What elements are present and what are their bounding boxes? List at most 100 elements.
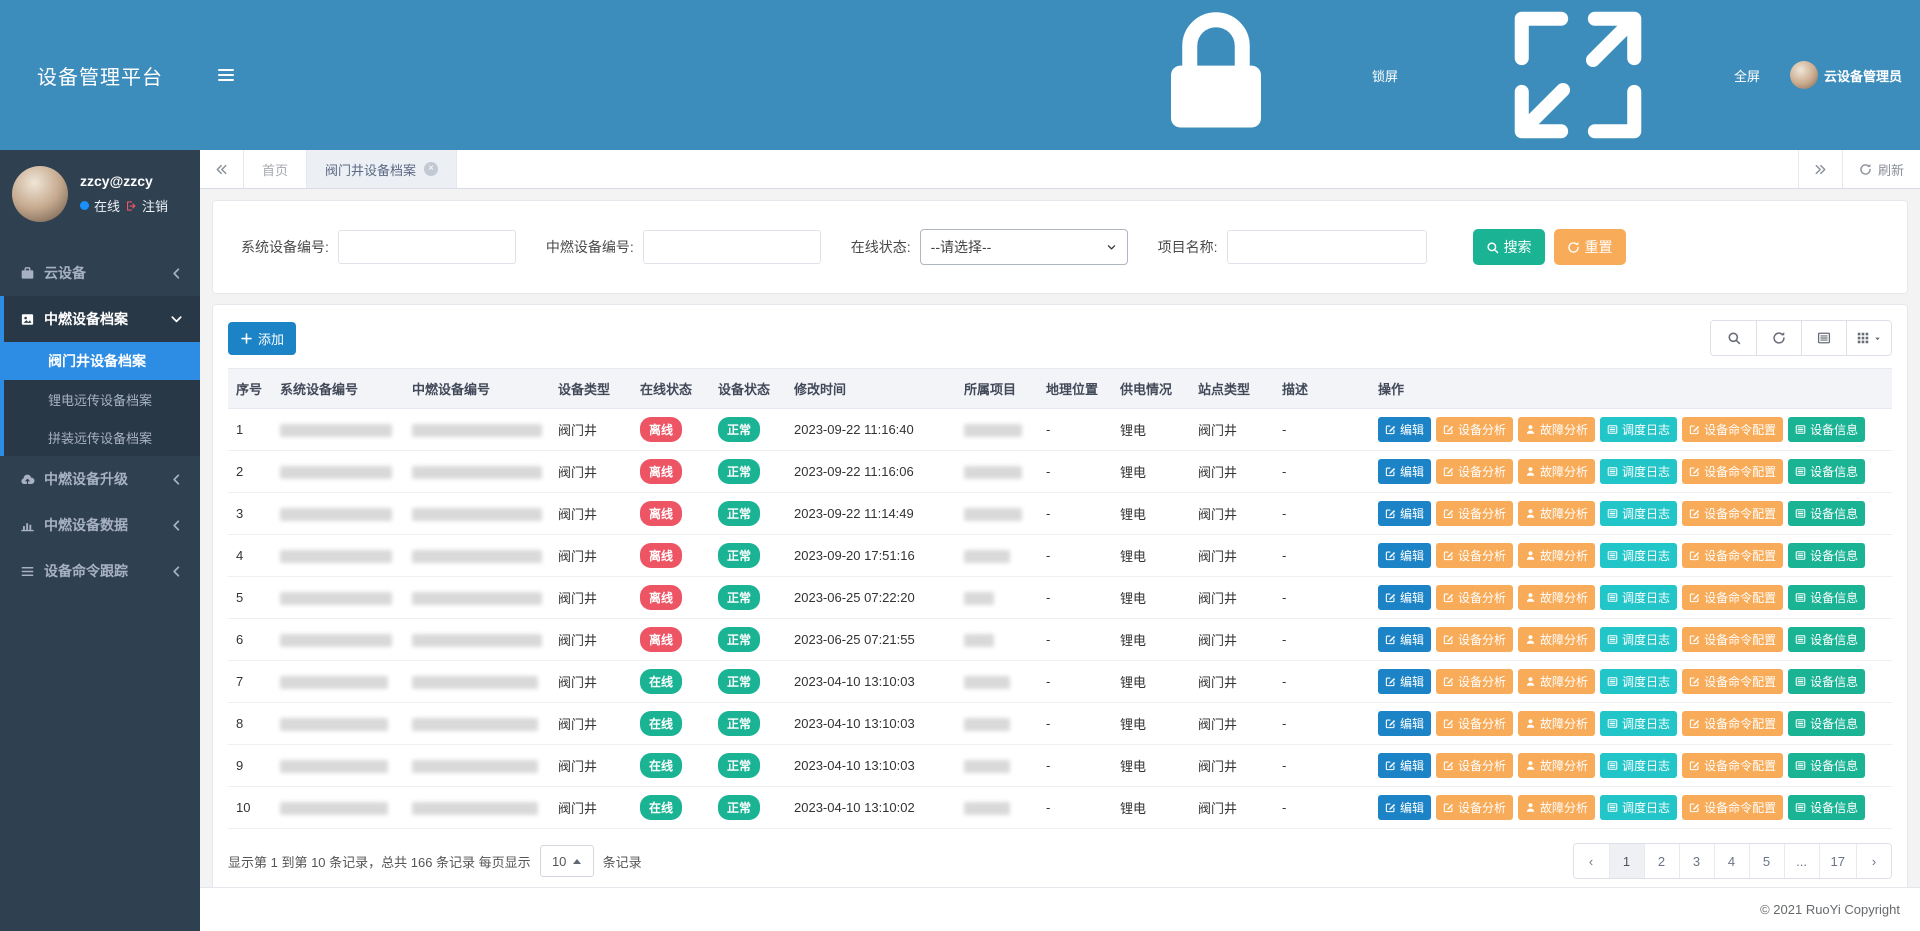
device-command-config-button[interactable]: 设备命令配置 <box>1682 501 1783 526</box>
logout-link[interactable]: 注销 <box>142 196 168 215</box>
tab-home[interactable]: 首页 <box>244 150 307 188</box>
device-analysis-button[interactable]: 设备分析 <box>1436 543 1513 568</box>
device-command-config-button[interactable]: 设备命令配置 <box>1682 627 1783 652</box>
show-search-button[interactable] <box>1711 321 1756 355</box>
add-button[interactable]: 添加 <box>228 322 296 355</box>
page-ellipsis[interactable]: ... <box>1784 844 1819 878</box>
edit-button[interactable]: 编辑 <box>1378 627 1431 652</box>
fault-analysis-button[interactable]: 故障分析 <box>1518 459 1595 484</box>
zhongran-device-no-input[interactable] <box>643 230 821 264</box>
lock-screen-button[interactable]: 锁屏 <box>1066 0 1398 150</box>
dispatch-log-button[interactable]: 调度日志 <box>1600 753 1677 778</box>
device-command-config-button[interactable]: 设备命令配置 <box>1682 417 1783 442</box>
page-1[interactable]: 1 <box>1609 844 1644 878</box>
toggle-detail-view-button[interactable] <box>1801 321 1846 355</box>
tab-valve-well-archive[interactable]: 阀门井设备档案 × <box>307 150 457 188</box>
project-name-input[interactable] <box>1227 230 1427 264</box>
fullscreen-button[interactable]: 全屏 <box>1428 0 1760 150</box>
device-analysis-button[interactable]: 设备分析 <box>1436 585 1513 610</box>
page-next[interactable]: › <box>1856 844 1891 878</box>
page-5[interactable]: 5 <box>1749 844 1784 878</box>
device-command-config-button[interactable]: 设备命令配置 <box>1682 795 1783 820</box>
dispatch-log-button[interactable]: 调度日志 <box>1600 417 1677 442</box>
menu-item-device-data[interactable]: 中燃设备数据 <box>0 502 200 548</box>
menu-item-command-tracking[interactable]: 设备命令跟踪 <box>0 548 200 594</box>
edit-button[interactable]: 编辑 <box>1378 459 1431 484</box>
device-analysis-button[interactable]: 设备分析 <box>1436 795 1513 820</box>
device-command-config-button[interactable]: 设备命令配置 <box>1682 753 1783 778</box>
fault-analysis-button[interactable]: 故障分析 <box>1518 795 1595 820</box>
dispatch-log-button[interactable]: 调度日志 <box>1600 627 1677 652</box>
page-4[interactable]: 4 <box>1714 844 1749 878</box>
device-analysis-button[interactable]: 设备分析 <box>1436 711 1513 736</box>
fault-analysis-button[interactable]: 故障分析 <box>1518 753 1595 778</box>
edit-button[interactable]: 编辑 <box>1378 543 1431 568</box>
device-command-config-button[interactable]: 设备命令配置 <box>1682 585 1783 610</box>
sidebar-toggle-button[interactable] <box>216 62 236 88</box>
page-17[interactable]: 17 <box>1819 844 1856 878</box>
dispatch-log-button[interactable]: 调度日志 <box>1600 459 1677 484</box>
device-info-button[interactable]: 设备信息 <box>1788 669 1865 694</box>
refresh-tab-button[interactable]: 刷新 <box>1842 150 1920 188</box>
edit-button[interactable]: 编辑 <box>1378 669 1431 694</box>
tabs-scroll-right-button[interactable] <box>1798 150 1842 188</box>
device-info-button[interactable]: 设备信息 <box>1788 417 1865 442</box>
device-info-button[interactable]: 设备信息 <box>1788 711 1865 736</box>
page-2[interactable]: 2 <box>1644 844 1679 878</box>
device-analysis-button[interactable]: 设备分析 <box>1436 753 1513 778</box>
device-analysis-button[interactable]: 设备分析 <box>1436 417 1513 442</box>
submenu-item-assembled-remote-archive[interactable]: 拼装远传设备档案 <box>4 418 200 456</box>
device-info-button[interactable]: 设备信息 <box>1788 459 1865 484</box>
online-status-select[interactable]: --请选择-- <box>920 229 1128 265</box>
submenu-item-lithium-remote-archive[interactable]: 锂电远传设备档案 <box>4 380 200 418</box>
close-icon[interactable]: × <box>424 162 438 176</box>
dispatch-log-button[interactable]: 调度日志 <box>1600 543 1677 568</box>
fault-analysis-button[interactable]: 故障分析 <box>1518 627 1595 652</box>
device-info-button[interactable]: 设备信息 <box>1788 753 1865 778</box>
app-logo[interactable]: 设备管理平台 <box>0 0 200 150</box>
device-command-config-button[interactable]: 设备命令配置 <box>1682 669 1783 694</box>
device-analysis-button[interactable]: 设备分析 <box>1436 501 1513 526</box>
user-menu[interactable]: 云设备管理员 <box>1790 61 1902 89</box>
dispatch-log-button[interactable]: 调度日志 <box>1600 669 1677 694</box>
page-3[interactable]: 3 <box>1679 844 1714 878</box>
device-command-config-button[interactable]: 设备命令配置 <box>1682 711 1783 736</box>
submenu-item-valve-well-archive[interactable]: 阀门井设备档案 <box>4 342 200 380</box>
system-device-no-input[interactable] <box>338 230 516 264</box>
device-info-button[interactable]: 设备信息 <box>1788 543 1865 568</box>
dispatch-log-button[interactable]: 调度日志 <box>1600 711 1677 736</box>
edit-button[interactable]: 编辑 <box>1378 501 1431 526</box>
reset-button[interactable]: 重置 <box>1554 229 1626 265</box>
device-info-button[interactable]: 设备信息 <box>1788 627 1865 652</box>
edit-button[interactable]: 编辑 <box>1378 795 1431 820</box>
dispatch-log-button[interactable]: 调度日志 <box>1600 585 1677 610</box>
page-prev[interactable]: ‹ <box>1574 844 1609 878</box>
edit-button[interactable]: 编辑 <box>1378 417 1431 442</box>
tabs-scroll-left-button[interactable] <box>200 150 244 188</box>
page-size-select[interactable]: 10 <box>540 845 594 877</box>
device-command-config-button[interactable]: 设备命令配置 <box>1682 543 1783 568</box>
edit-button[interactable]: 编辑 <box>1378 753 1431 778</box>
dispatch-log-button[interactable]: 调度日志 <box>1600 501 1677 526</box>
fault-analysis-button[interactable]: 故障分析 <box>1518 501 1595 526</box>
edit-button[interactable]: 编辑 <box>1378 585 1431 610</box>
device-command-config-button[interactable]: 设备命令配置 <box>1682 459 1783 484</box>
refresh-table-button[interactable] <box>1756 321 1801 355</box>
fault-analysis-button[interactable]: 故障分析 <box>1518 417 1595 442</box>
menu-item-cloud-device[interactable]: 云设备 <box>0 250 200 296</box>
device-info-button[interactable]: 设备信息 <box>1788 795 1865 820</box>
device-analysis-button[interactable]: 设备分析 <box>1436 627 1513 652</box>
search-button[interactable]: 搜索 <box>1473 229 1545 265</box>
dispatch-log-button[interactable]: 调度日志 <box>1600 795 1677 820</box>
fault-analysis-button[interactable]: 故障分析 <box>1518 585 1595 610</box>
columns-button[interactable] <box>1846 321 1891 355</box>
menu-item-device-upgrade[interactable]: 中燃设备升级 <box>0 456 200 502</box>
device-analysis-button[interactable]: 设备分析 <box>1436 459 1513 484</box>
fault-analysis-button[interactable]: 故障分析 <box>1518 543 1595 568</box>
device-info-button[interactable]: 设备信息 <box>1788 585 1865 610</box>
fault-analysis-button[interactable]: 故障分析 <box>1518 669 1595 694</box>
device-analysis-button[interactable]: 设备分析 <box>1436 669 1513 694</box>
edit-button[interactable]: 编辑 <box>1378 711 1431 736</box>
menu-item-device-archive[interactable]: 中燃设备档案 <box>4 296 200 342</box>
fault-analysis-button[interactable]: 故障分析 <box>1518 711 1595 736</box>
